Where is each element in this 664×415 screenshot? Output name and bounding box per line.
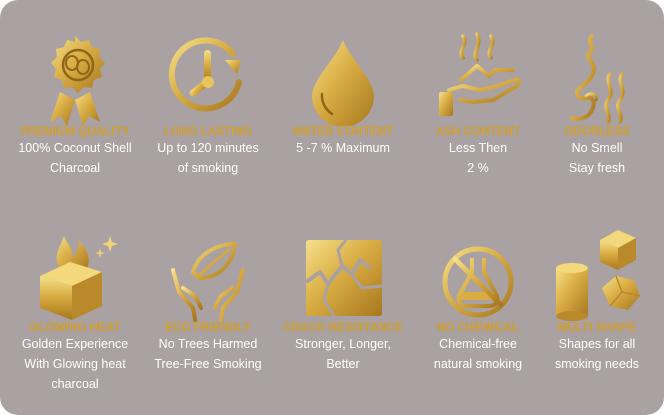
feature-title: MULTI SHAPE (557, 322, 637, 334)
feature-description-line: charcoal (51, 377, 99, 391)
feature-description-line: natural smoking (433, 357, 523, 371)
feature-long-lasting: LONG LASTING Up to 120 minutes of smokin… (145, 30, 271, 178)
feature-description-line: No Trees Harmed (158, 337, 258, 351)
feature-crack-resistance: CRACK RESISTANCE Stronger, Longer, Bette… (280, 226, 406, 374)
award-badge-icon (50, 36, 105, 126)
feature-eco-friendly: ECO FRIENDLY No Trees Harmed Tree-Free S… (145, 226, 271, 374)
hands-leaf-icon (171, 242, 245, 322)
feature-description-line: Up to 120 minutes (157, 141, 259, 155)
feature-premium-quality: PREMIUM QUALITY 100% Coconut Shell Charc… (12, 30, 138, 178)
feature-title: PREMIUM QUALITY (20, 126, 130, 138)
feature-title: ECO FRIENDLY (165, 322, 251, 334)
feature-description-line: Stronger, Longer, (295, 337, 391, 351)
feature-multi-shape: MULTI SHAPE Shapes for all smoking needs (534, 226, 660, 374)
feature-description-line: No Smell (571, 141, 623, 155)
feature-description-line: 2 % (467, 161, 489, 175)
feature-title: NO CHEMICAL (436, 322, 520, 334)
feature-description-line: Charcoal (49, 161, 101, 175)
feature-ash-content: ASH CONTENT Less Then 2 % (415, 30, 541, 178)
cracked-square-icon (304, 239, 383, 317)
feature-description-line: Stay fresh (568, 161, 626, 175)
feature-description-line: Less Then (448, 141, 508, 155)
feature-description-line: Golden Experience (21, 337, 129, 351)
feature-description-line: Tree-Free Smoking (154, 357, 262, 371)
feature-description-line: smoking needs (554, 357, 640, 371)
feature-title: WATER CONTENT (292, 126, 394, 138)
no-chemical-flask-icon (442, 246, 514, 318)
water-drop-icon (312, 40, 374, 126)
feature-description-line: Chemical-free (439, 337, 517, 351)
clock-icon (168, 37, 242, 112)
burning-cube-icon (40, 236, 118, 320)
feature-water-content: WATER CONTENT 5 -7 % Maximum (280, 30, 406, 158)
feature-description-line: of smoking (177, 161, 239, 175)
features-card: PREMIUM QUALITY 100% Coconut Shell Charc… (0, 0, 664, 415)
feature-description-line: With Glowing heat (24, 357, 126, 371)
hand-smoke-icon (439, 32, 522, 116)
feature-no-chemical: NO CHEMICAL Chemical-free natural smokin… (415, 226, 541, 374)
feature-title: GLOWING HEAT (29, 322, 121, 334)
feature-description-line: Shapes for all (558, 337, 636, 351)
feature-description-line: 100% Coconut Shell (18, 141, 132, 155)
feature-description-line: Better (326, 357, 360, 371)
multi-shape-icon (556, 230, 641, 321)
feature-glowing-heat: GLOWING HEAT Golden Experience With Glow… (12, 226, 138, 394)
feature-description-line: 5 -7 % Maximum (296, 141, 390, 155)
feature-title: LONG LASTING (163, 126, 253, 138)
feature-title: ASH CONTENT (435, 126, 521, 138)
nose-smell-icon (570, 34, 625, 124)
feature-odorless: ODORLESS No Smell Stay fresh (534, 30, 660, 178)
feature-title: CRACK RESISTANCE (283, 322, 403, 334)
feature-title: ODORLESS (564, 126, 630, 138)
